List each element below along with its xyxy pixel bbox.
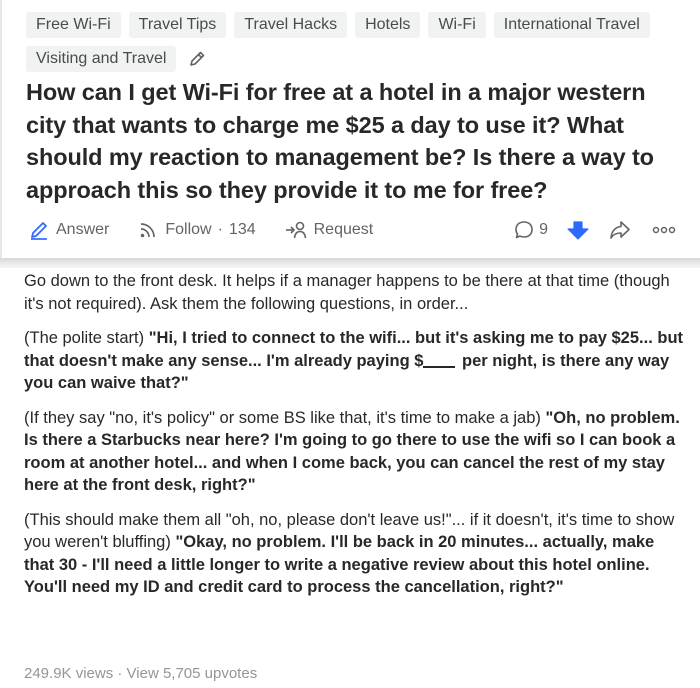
question-title[interactable]: How can I get Wi-Fi for free at a hotel … <box>26 76 686 206</box>
comments-button[interactable]: 9 <box>513 219 548 241</box>
comment-icon <box>515 221 533 239</box>
answer-text: (The polite start) <box>24 329 149 347</box>
answer-body: Go down to the front desk. It helps if a… <box>24 270 684 611</box>
follow-button[interactable]: Follow · 134 <box>137 219 256 241</box>
request-button[interactable]: Request <box>284 219 374 241</box>
downvote-icon <box>567 221 589 240</box>
request-label: Request <box>313 221 374 238</box>
answer-text: (If they say "no, it's policy" or some B… <box>24 408 546 427</box>
request-icon <box>285 221 306 239</box>
tag-visiting-and-travel[interactable]: Visiting and Travel <box>26 46 177 72</box>
pencil-icon <box>190 51 205 66</box>
follow-separator: · <box>217 221 223 238</box>
tag-international-travel[interactable]: International Travel <box>493 12 650 38</box>
tag-hotels[interactable]: Hotels <box>355 12 421 38</box>
blank-underline <box>423 365 456 368</box>
follow-wifi-icon <box>141 223 156 238</box>
right-actions: 9 <box>513 219 678 241</box>
answer-stats[interactable]: 249.9K views · View 5,705 upvotes <box>24 665 257 682</box>
answer-text: Go down to the front desk. It helps if a… <box>24 272 670 313</box>
answer-paragraph-3: (If they say "no, it's policy" or some B… <box>24 407 684 497</box>
answer-button[interactable]: Answer <box>28 219 109 241</box>
more-options-button[interactable] <box>650 219 678 241</box>
tag-travel-hacks[interactable]: Travel Hacks <box>234 12 348 38</box>
follow-label: Follow <box>165 221 212 238</box>
share-icon <box>610 221 630 239</box>
topic-tags: Free Wi-Fi Travel Tips Travel Hacks Hote… <box>26 12 686 72</box>
edit-answer-icon <box>31 222 47 240</box>
answer-paragraph-2: (The polite start) "Hi, I tried to conne… <box>24 327 684 395</box>
edit-topics-button[interactable] <box>184 46 206 72</box>
tag-travel-tips[interactable]: Travel Tips <box>128 12 227 38</box>
question-card: Free Wi-Fi Travel Tips Travel Hacks Hote… <box>0 0 700 258</box>
section-divider <box>0 258 700 268</box>
answer-label: Answer <box>56 221 110 238</box>
tag-wifi[interactable]: Wi-Fi <box>428 12 486 38</box>
more-icon <box>652 226 676 234</box>
share-button[interactable] <box>608 219 632 241</box>
tag-free-wifi[interactable]: Free Wi-Fi <box>26 12 121 38</box>
question-actions: Answer Follow · 134 Request 9 <box>28 213 678 247</box>
answer-paragraph-4: (This should make them all "oh, no, plea… <box>24 509 684 599</box>
follow-count: 134 <box>228 221 256 238</box>
downvote-button[interactable] <box>566 219 590 241</box>
comment-count: 9 <box>539 221 548 238</box>
answer-paragraph-1: Go down to the front desk. It helps if a… <box>24 270 684 315</box>
